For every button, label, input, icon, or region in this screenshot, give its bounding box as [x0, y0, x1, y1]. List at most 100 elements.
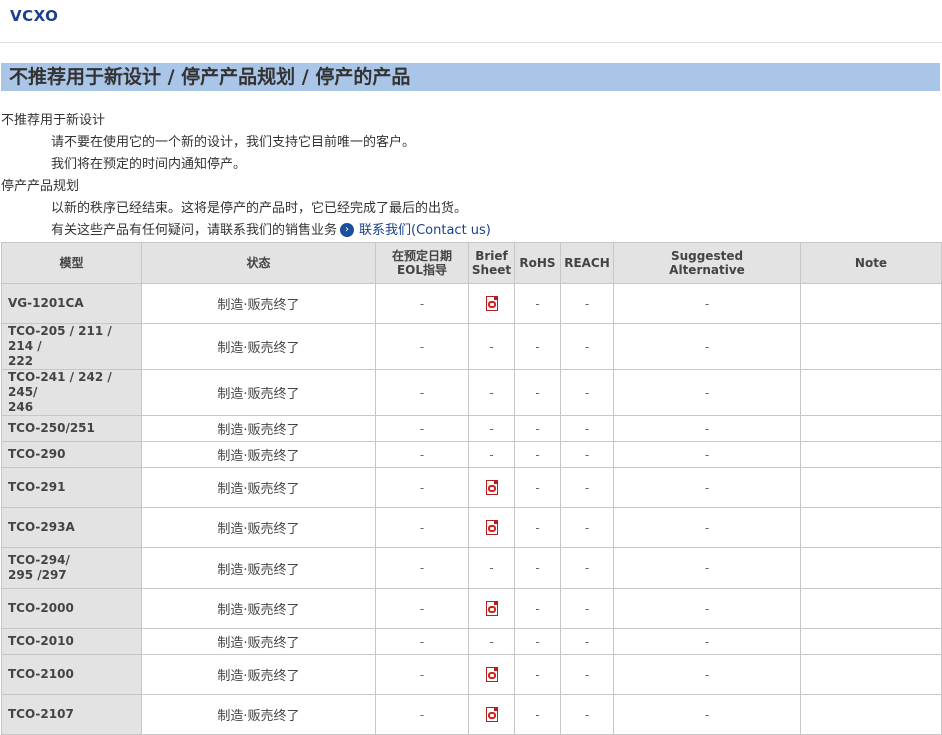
table-row: TCO-291 制造·贩売终了 - - - - [1, 467, 942, 508]
brief-value: - [489, 561, 494, 575]
cell-note [800, 628, 942, 655]
cell-rohs: - [514, 628, 561, 655]
section-title-bar: 不推荐用于新设计 / 停产产品规划 / 停产的产品 [1, 63, 940, 91]
eol-value: - [419, 296, 425, 311]
cell-status: 制造·贩売终了 [141, 369, 376, 416]
alt-value: - [704, 561, 710, 575]
header-eol-line-1: 在预定日期 [391, 249, 452, 263]
model-name: TCO-2000 [8, 601, 74, 615]
pdf-icon[interactable] [485, 519, 499, 536]
rohs-value: - [535, 447, 540, 462]
pdf-icon[interactable] [485, 600, 499, 617]
reach-value: - [584, 339, 590, 354]
cell-suggested-alternative: - [613, 415, 801, 442]
cell-model: TCO-205 / 211 / 214 /222 [1, 323, 142, 370]
table-row: TCO-250/251 制造·贩売终了 - - - - - [1, 415, 942, 442]
brand-title: VCXO [10, 7, 59, 25]
cell-eol: - [375, 654, 469, 695]
brief-value: - [489, 339, 494, 354]
info-block: 不推荐用于新设计 请不要在使用它的一个新的设计，我们支持它目前唯一的客户。 我们… [1, 110, 941, 242]
brief-value: - [489, 447, 494, 462]
reach-value: - [584, 447, 590, 462]
chevron-right-icon[interactable]: › [340, 222, 355, 237]
reach-value: - [584, 480, 590, 495]
cell-brief-sheet [468, 283, 515, 324]
model-name: TCO-291 [8, 480, 66, 494]
cell-status: 制造·贩売终了 [141, 415, 376, 442]
header-brief-sheet: Brief Sheet [468, 242, 515, 284]
cell-status: 制造·贩売终了 [141, 283, 376, 324]
alt-value: - [704, 634, 710, 649]
header-suggested-line-1: Suggested [670, 249, 744, 263]
header-rohs: RoHS [514, 242, 561, 284]
header-eol: 在预定日期 EOL指导 [375, 242, 469, 284]
alt-value: - [704, 296, 710, 311]
rohs-value: - [535, 634, 540, 649]
header-brief-line-1: Brief [475, 249, 508, 263]
cell-brief-sheet: - [468, 323, 515, 370]
cell-suggested-alternative: - [613, 283, 801, 324]
table-row: TCO-205 / 211 / 214 /222 制造·贩売终了 - - - - - [1, 323, 942, 370]
cell-model: TCO-293A [1, 507, 142, 548]
pdf-icon[interactable] [485, 706, 499, 723]
header-status: 状态 [141, 242, 376, 284]
cell-eol: - [375, 507, 469, 548]
cell-note [800, 441, 942, 468]
reach-value: - [584, 707, 590, 722]
table-row: VG-1201CA 制造·贩売终了 - - - - [1, 283, 942, 324]
eol-value: - [419, 447, 425, 462]
pdf-icon[interactable] [485, 479, 499, 496]
alt-value: - [704, 667, 710, 682]
cell-note [800, 654, 942, 695]
brief-value: - [489, 421, 494, 436]
cell-rohs: - [514, 588, 561, 629]
cell-status: 制造·贩売终了 [141, 467, 376, 508]
eol-value: - [419, 385, 425, 400]
cell-reach: - [560, 588, 614, 629]
table-row: TCO-241 / 242 / 245/246 制造·贩売终了 - - - - - [1, 369, 942, 416]
model-name: TCO-290 [8, 447, 66, 461]
alt-value: - [704, 520, 710, 535]
alt-value: - [704, 421, 710, 436]
cell-note [800, 467, 942, 508]
cell-suggested-alternative: - [613, 588, 801, 629]
header-suggested-alternative: Suggested Alternative [613, 242, 801, 284]
cell-rohs: - [514, 547, 561, 589]
header-brief-line-2: Sheet [471, 263, 512, 277]
alt-value: - [704, 385, 710, 400]
cell-status: 制造·贩売终了 [141, 654, 376, 695]
cell-note [800, 547, 942, 589]
cell-eol: - [375, 628, 469, 655]
cell-eol: - [375, 694, 469, 735]
cell-brief-sheet [468, 507, 515, 548]
cell-model: TCO-291 [1, 467, 142, 508]
model-name: TCO-2107 [8, 707, 74, 721]
table-row: TCO-2107 制造·贩売终了 - - - - [1, 694, 942, 735]
cell-note [800, 323, 942, 370]
header-note: Note [800, 242, 942, 284]
reach-value: - [584, 385, 590, 400]
eol-products-table: 模型 状态 在预定日期 EOL指导 Brief Sheet RoHS REACH S… [1, 242, 942, 735]
brief-value: - [489, 385, 494, 400]
cell-reach: - [560, 323, 614, 370]
contact-us-link[interactable]: 联系我们(Contact us) [359, 223, 491, 238]
cell-rohs: - [514, 467, 561, 508]
alt-value: - [704, 707, 710, 722]
cell-brief-sheet: - [468, 441, 515, 468]
cell-model: VG-1201CA [1, 283, 142, 324]
cell-suggested-alternative: - [613, 369, 801, 416]
cell-note [800, 694, 942, 735]
cell-reach: - [560, 547, 614, 589]
cell-status: 制造·贩売终了 [141, 628, 376, 655]
reach-value: - [584, 561, 590, 575]
cell-status: 制造·贩売终了 [141, 694, 376, 735]
inquiry-text: 有关这些产品有任何疑问，请联系我们的销售业务 [51, 223, 338, 238]
cell-eol: - [375, 441, 469, 468]
pdf-icon[interactable] [485, 295, 499, 312]
cell-reach: - [560, 441, 614, 468]
cell-brief-sheet: - [468, 369, 515, 416]
discontinued-line-1: 以新的秩序已经结束。这将是停产的产品时，它已经完成了最后的出货。 [51, 201, 468, 216]
rohs-value: - [535, 667, 540, 682]
pdf-icon[interactable] [485, 666, 499, 683]
cell-suggested-alternative: - [613, 467, 801, 508]
